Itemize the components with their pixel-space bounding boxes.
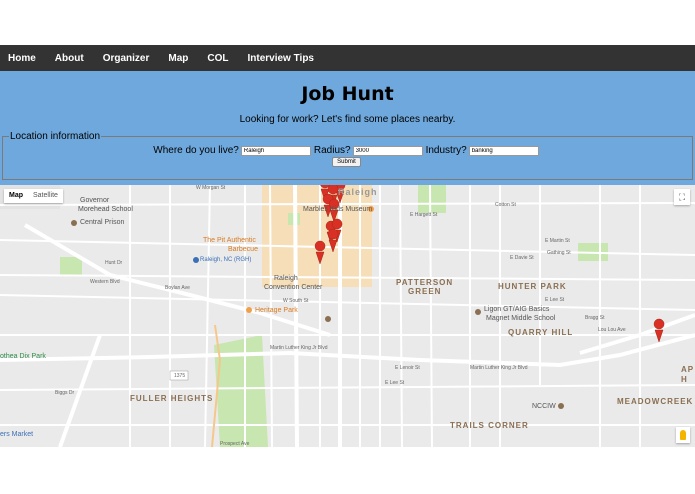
map-label-city: Raleigh <box>338 187 378 197</box>
map-label-gathing: Gathing St <box>547 250 571 256</box>
downtown-area <box>262 185 372 287</box>
map-label-quarry-hill: QUARRY HILL <box>508 328 574 337</box>
train-station-icon <box>193 257 199 263</box>
map-label-lou-lou: Lou Lou Ave <box>598 327 626 333</box>
map-canvas[interactable]: Raleigh Governor Morehead School Central… <box>0 185 695 447</box>
park-area-4 <box>60 257 82 275</box>
map-label-barbecue: Barbecue <box>228 246 258 253</box>
heritage-park-icon <box>246 307 252 313</box>
industry-label: Industry? <box>425 145 467 156</box>
map-label-aph-2: H <box>681 375 688 384</box>
map-label-hunt: Hunt Dr <box>105 260 123 266</box>
map-label-w-morgan: W Morgan St <box>196 185 226 191</box>
location-legend: Location information <box>9 131 102 142</box>
location-form: Where do you live? Radius? Industry? <box>0 145 695 156</box>
map-label-pit: The Pit Authentic <box>203 237 256 244</box>
map-label-route-1375: 1375 <box>174 373 186 379</box>
page-subtitle: Looking for work? Let's find some places… <box>239 114 456 125</box>
map-label-morehead: Morehead School <box>78 206 133 213</box>
map-label-ligon-2: Magnet Middle School <box>486 315 556 322</box>
map-label-marbles: Marbles Kids Museum <box>303 206 373 213</box>
map-label-market: ers Market <box>0 431 34 438</box>
radius-input[interactable] <box>352 145 423 156</box>
map-label-e-lee-ave: E Lee St <box>545 297 565 303</box>
map-label-e-lenoir: E Lenoir St <box>395 365 420 371</box>
map-label-e-lee: E Lee St <box>385 380 405 386</box>
map-label-meadowcreek: MEADOWCREEK <box>617 397 694 406</box>
page-title: Job Hunt <box>301 83 394 105</box>
map-type-map-button[interactable]: Map <box>4 189 28 203</box>
map-label-raleigh-nc: Raleigh, NC (RGH) <box>200 257 252 263</box>
map-type-control: Map Satellite <box>4 189 63 203</box>
map-label-central-prison: Central Prison <box>80 219 125 226</box>
map-label-ligon-1: Ligon GT/AIG Basics <box>484 306 550 313</box>
map-type-satellite-button[interactable]: Satellite <box>28 189 63 203</box>
map-marker <box>653 318 665 343</box>
map-label-convention-1: Raleigh <box>274 275 298 282</box>
map-label-e-davie: E Davie St <box>510 255 534 261</box>
map-label-prospect: Prospect Ave <box>220 441 250 447</box>
nav-home-link[interactable]: Home <box>8 53 36 64</box>
map-label-mlk-2: Martin Luther King Jr Blvd <box>470 365 528 371</box>
where-label: Where do you live? <box>153 145 239 156</box>
nav-col-link[interactable]: COL <box>207 53 228 64</box>
landmark-icon <box>325 316 331 322</box>
map-label-hunter-park: HUNTER PARK <box>498 282 567 291</box>
nav-about-link[interactable]: About <box>55 53 84 64</box>
map-label-patterson-1: PATTERSON <box>396 278 454 287</box>
industry-input[interactable] <box>468 145 539 156</box>
street-view-pegman-icon[interactable] <box>676 427 690 443</box>
header-section: Job Hunt Looking for work? Let's find so… <box>0 71 695 185</box>
map-label-biggs: Biggs Dr <box>55 390 75 396</box>
map-label-convention-2: Convention Center <box>264 284 323 291</box>
park-area-2 <box>418 185 446 213</box>
map-label-fuller-heights: FULLER HEIGHTS <box>130 394 214 403</box>
map-label-mlk: Martin Luther King Jr Blvd <box>270 345 328 351</box>
map-label-bragg: Bragg St <box>585 315 605 321</box>
map-label-trails-corner: TRAILS CORNER <box>450 421 529 430</box>
map-label-e-martin: E Martin St <box>545 238 570 244</box>
map-label-heritage: Heritage Park <box>255 307 298 314</box>
map-label-nccw: NCCIW <box>532 403 556 410</box>
map-label-governor: Governor <box>80 197 110 204</box>
prison-icon <box>558 403 564 409</box>
map-label-aph-1: AP <box>681 365 695 374</box>
nav-organizer-link[interactable]: Organizer <box>103 53 150 64</box>
nav-map-link[interactable]: Map <box>168 53 188 64</box>
map-label-dix-park: othea Dix Park <box>0 353 46 360</box>
map-label-cotton: Cotton St <box>495 202 516 208</box>
park-area-1 <box>214 335 268 447</box>
map-label-patterson-2: GREEN <box>408 287 442 296</box>
submit-button[interactable]: Submit <box>332 157 361 167</box>
fullscreen-icon[interactable]: ⛶ <box>674 189 690 205</box>
school-icon <box>475 309 481 315</box>
map-label-boylan: Boylan Ave <box>165 285 190 291</box>
central-prison-icon <box>71 220 77 226</box>
map-label-w-south: W South St <box>283 298 309 304</box>
nav-interview-tips-link[interactable]: Interview Tips <box>247 53 314 64</box>
radius-label: Radius? <box>313 145 351 156</box>
map-label-e-hargett: E Hargett St <box>410 212 438 218</box>
where-input[interactable] <box>240 145 311 156</box>
top-nav: Home About Organizer Map COL Interview T… <box>0 45 695 71</box>
map-label-western: Western Blvd <box>90 279 120 285</box>
